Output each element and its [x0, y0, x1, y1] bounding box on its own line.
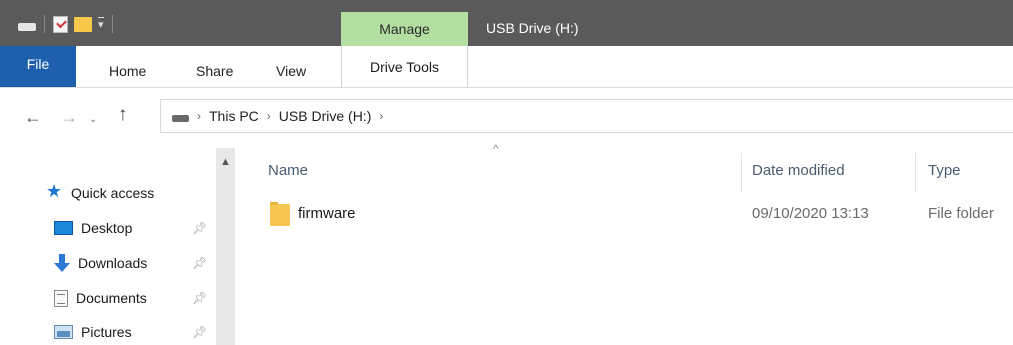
breadcrumb-this-pc[interactable]: This PC	[209, 108, 259, 124]
breadcrumb-separator[interactable]: ›	[197, 109, 201, 123]
tab-drive-tools[interactable]: Drive Tools	[341, 46, 468, 87]
tab-manage[interactable]: Manage	[341, 12, 468, 46]
sidebar-item-label: Pictures	[81, 324, 132, 340]
breadcrumb-usb-drive[interactable]: USB Drive (H:)	[279, 108, 372, 124]
column-header-name[interactable]: Name	[268, 162, 308, 179]
address-bar[interactable]: › This PC › USB Drive (H:) ›	[160, 99, 1013, 133]
sidebar-item-label: Downloads	[78, 255, 148, 271]
file-name: firmware	[298, 205, 356, 222]
recent-locations-chevron-icon[interactable]: ⌄	[89, 111, 97, 129]
tab-share[interactable]: Share	[196, 63, 233, 79]
column-divider[interactable]	[915, 153, 916, 193]
pin-icon[interactable]: 📌︎	[192, 221, 207, 235]
customize-dropdown-icon[interactable]: ▾	[98, 17, 104, 31]
navigation-pane: Quick access Desktop 📌︎ Downloads 📌︎ Doc…	[0, 148, 235, 345]
documents-icon	[54, 289, 68, 307]
desktop-icon	[54, 221, 73, 235]
tab-manage-label: Manage	[379, 21, 430, 37]
sidebar-item-quick-access[interactable]: Quick access	[46, 181, 155, 204]
quick-access-toolbar: ▾	[18, 13, 115, 35]
ribbon-tabs: File Home Share View Drive Tools	[0, 46, 1013, 88]
title-bar: ▾ Manage USB Drive (H:)	[0, 0, 1013, 46]
toolbar-separator	[44, 15, 45, 33]
downloads-icon	[54, 254, 70, 272]
drive-icon	[172, 114, 189, 122]
toolbar-separator	[111, 15, 113, 33]
sidebar-item-documents[interactable]: Documents	[54, 287, 147, 309]
window-title: USB Drive (H:)	[486, 20, 579, 36]
pin-icon[interactable]: 📌︎	[192, 256, 207, 270]
drive-icon[interactable]	[18, 23, 36, 31]
properties-icon[interactable]	[53, 15, 68, 33]
navigation-row: ← → ⌄ ↑ › This PC › USB Drive (H:) ›	[0, 88, 1013, 148]
forward-arrow-icon[interactable]: →	[60, 108, 78, 126]
breadcrumb-separator[interactable]: ›	[267, 109, 271, 123]
sidebar-item-downloads[interactable]: Downloads	[54, 252, 147, 274]
star-icon	[46, 181, 63, 202]
column-header-type[interactable]: Type	[928, 162, 961, 179]
sidebar-item-label: Documents	[76, 290, 147, 306]
tab-drive-tools-label: Drive Tools	[370, 58, 439, 75]
sidebar-item-desktop[interactable]: Desktop	[54, 217, 132, 239]
tab-file-label: File	[26, 55, 50, 72]
sidebar-item-pictures[interactable]: Pictures	[54, 321, 132, 343]
sidebar-item-label: Desktop	[81, 220, 133, 236]
scroll-up-arrow-icon[interactable]: ▲	[220, 156, 231, 168]
tab-view[interactable]: View	[276, 63, 306, 79]
file-type: File folder	[928, 205, 994, 222]
column-header-date-modified[interactable]: Date modified	[752, 162, 845, 179]
breadcrumb-separator[interactable]: ›	[379, 109, 383, 123]
file-date-modified: 09/10/2020 13:13	[752, 205, 869, 222]
file-list: ^ Name Date modified Type firmware 09/10…	[235, 142, 1013, 345]
back-arrow-icon[interactable]: ←	[24, 108, 42, 126]
navigation-scrollbar[interactable]: ▲	[216, 148, 235, 345]
sidebar-item-label: Quick access	[71, 185, 155, 201]
sort-ascending-icon: ^	[493, 142, 499, 156]
tab-home[interactable]: Home	[109, 63, 146, 79]
pin-icon[interactable]: 📌︎	[192, 291, 207, 305]
column-divider[interactable]	[741, 153, 742, 193]
table-row[interactable]: firmware 09/10/2020 13:13 File folder	[235, 200, 1013, 228]
up-arrow-icon[interactable]: ↑	[118, 105, 128, 124]
folder-icon	[270, 202, 290, 226]
tab-file[interactable]: File	[0, 46, 76, 87]
pictures-icon	[54, 325, 73, 339]
pin-icon[interactable]: 📌︎	[192, 325, 207, 339]
new-folder-icon[interactable]	[74, 16, 92, 32]
